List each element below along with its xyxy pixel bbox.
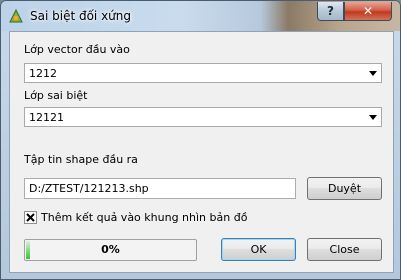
close-button[interactable]: Close: [307, 238, 382, 261]
close-icon: ✕: [362, 4, 374, 18]
difference-layer-combobox[interactable]: 12121: [24, 107, 382, 127]
input-layer-combobox[interactable]: 1212: [24, 63, 382, 83]
qgis-app-icon: [9, 8, 23, 23]
difference-layer-label: Lớp sai biệt: [24, 89, 88, 102]
progress-bar: 0%: [24, 239, 197, 261]
add-to-canvas-label: Thêm kết quả vào khung nhìn bản đồ: [41, 211, 248, 224]
help-icon: ?: [327, 4, 334, 18]
input-layer-value: 1212: [29, 67, 57, 80]
window-title: Sai biệt đối xứng: [30, 9, 132, 23]
window-close-button[interactable]: ✕: [344, 2, 392, 21]
browse-button[interactable]: Duyệt: [307, 177, 382, 200]
output-shapefile-input[interactable]: D:/ZTEST/121213.shp: [24, 178, 296, 199]
difference-layer-value: 12121: [29, 111, 64, 124]
input-layer-label: Lớp vector đầu vào: [24, 43, 130, 56]
chevron-down-icon[interactable]: [365, 64, 381, 82]
chevron-down-icon[interactable]: [365, 108, 381, 126]
dialog-body: Lớp vector đầu vào 1212 Lớp sai biệt 121…: [9, 31, 394, 273]
output-shapefile-value: D:/ZTEST/121213.shp: [29, 182, 149, 195]
title-bar[interactable]: Sai biệt đối xứng ? ✕: [1, 1, 400, 31]
dialog-window: Sai biệt đối xứng ? ✕ Lớp vector đầu vào…: [0, 0, 401, 280]
checkmark-icon: [26, 213, 35, 222]
ok-button[interactable]: OK: [221, 238, 296, 261]
add-to-canvas-checkbox[interactable]: [24, 211, 37, 224]
help-button[interactable]: ?: [317, 2, 344, 21]
progress-text: 0%: [101, 243, 120, 256]
output-shapefile-label: Tập tin shape đầu ra: [24, 153, 138, 166]
